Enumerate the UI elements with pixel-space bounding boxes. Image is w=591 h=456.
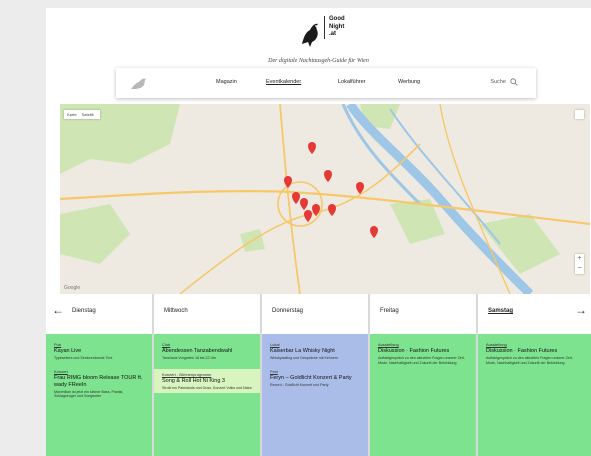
event-title[interactable]: Diskussion · Fashion Futures bbox=[378, 348, 468, 355]
day-events: Ausstellung Diskussion · Fashion Futures… bbox=[370, 334, 476, 456]
day-header: Samstag → bbox=[478, 294, 591, 334]
map-park-east bbox=[480, 214, 560, 274]
day-column-samstag[interactable]: Samstag → Ausstellung Diskussion · Fashi… bbox=[478, 294, 591, 456]
day-events: Lokal Kaiserbar La Whisky Night Whiskyta… bbox=[262, 334, 368, 456]
map-pin[interactable] bbox=[292, 192, 300, 204]
nav-item-werbung[interactable]: Werbung bbox=[398, 79, 420, 85]
pigeon-logo-icon bbox=[302, 23, 318, 47]
event-item[interactable]: Konzert Frau RIMG bloom Release TOUR ft.… bbox=[54, 369, 144, 399]
day-calendar: ← Dienstag Pub Kayan Live Typewriters un… bbox=[46, 294, 591, 456]
event-desc: Auftaktgespräch zu den aktuellen Fragen … bbox=[486, 356, 573, 365]
event-item[interactable]: Konzert - Bühnenprogramm Song & Roll Hot… bbox=[154, 368, 260, 394]
map-attribution: Google bbox=[64, 285, 81, 291]
nav-item-eventkalender[interactable]: Eventkalender bbox=[266, 79, 301, 85]
event-item[interactable]: Fest Feryn – Goldlicht Konzert & Party R… bbox=[270, 369, 360, 388]
nav-item-magazin[interactable]: Magazin bbox=[216, 79, 237, 85]
day-header: Donnerstag bbox=[262, 294, 368, 334]
map-pin[interactable] bbox=[328, 204, 336, 216]
map-canvas bbox=[60, 104, 590, 294]
fullscreen-icon[interactable] bbox=[575, 110, 584, 119]
map-pin[interactable] bbox=[370, 226, 378, 238]
logo-text-at: .at bbox=[329, 31, 337, 37]
event-desc: Tanzhaus Vorgarten 18 bis 22 Uhr bbox=[162, 356, 217, 360]
map-pin[interactable] bbox=[284, 176, 292, 188]
day-column-donnerstag[interactable]: Donnerstag Lokal Kaiserbar La Whisky Nig… bbox=[262, 294, 368, 456]
event-item[interactable]: Pub Kayan Live Typewriters und Seniorenb… bbox=[54, 342, 144, 361]
event-desc: Maximilian ist jetzt ein kleiner Bass, P… bbox=[54, 389, 124, 399]
zoom-control[interactable]: + − bbox=[575, 254, 584, 274]
event-desc: Whiskytasting und Gespräche mit Kennern bbox=[270, 356, 339, 360]
zoom-out-button[interactable]: − bbox=[575, 264, 584, 274]
zoom-in-button[interactable]: + bbox=[575, 254, 584, 264]
event-title[interactable]: Abendessen Tanzabendwahl bbox=[162, 348, 252, 355]
event-desc: Auftaktgespräch zu den aktuellen Fragen … bbox=[378, 356, 465, 365]
event-title[interactable]: Kayan Live bbox=[54, 348, 144, 355]
search-icon[interactable] bbox=[510, 78, 518, 86]
event-title[interactable]: Frau RIMG bloom Release TOUR ft. wady FR… bbox=[54, 375, 144, 389]
event-desc: Typewriters und Seniorenbands Tirol bbox=[54, 356, 113, 360]
site-logo[interactable]: Good Night .at bbox=[298, 14, 368, 54]
map-pin[interactable] bbox=[304, 210, 312, 222]
day-column-dienstag[interactable]: ← Dienstag Pub Kayan Live Typewriters un… bbox=[46, 294, 152, 456]
day-events: Club Abendessen Tanzabendwahl Tanzhaus V… bbox=[154, 334, 260, 456]
day-events: Ausstellung Diskussion · Fashion Futures… bbox=[478, 334, 591, 456]
event-title[interactable]: Diskussion · Fashion Futures bbox=[486, 348, 583, 355]
day-header: ← Dienstag bbox=[46, 294, 152, 334]
event-title[interactable]: Kaiserbar La Whisky Night bbox=[270, 348, 360, 355]
tagline: Der digitale Nachtausgeh-Guide für Wien bbox=[268, 58, 369, 64]
main-navbar: Magazin Eventkalender Lokalführer Werbun… bbox=[116, 68, 536, 98]
day-name[interactable]: Donnerstag bbox=[272, 308, 303, 314]
search-label[interactable]: Suche bbox=[490, 79, 506, 85]
nav-item-lokalfuehrer[interactable]: Lokalführer bbox=[338, 79, 366, 85]
event-item[interactable]: Club Abendessen Tanzabendwahl Tanzhaus V… bbox=[162, 342, 252, 361]
day-name[interactable]: Dienstag bbox=[72, 308, 96, 314]
day-name[interactable]: Samstag bbox=[488, 308, 513, 314]
map-pin[interactable] bbox=[324, 170, 332, 182]
day-events: Pub Kayan Live Typewriters und Seniorenb… bbox=[46, 334, 152, 456]
map-park-southwest bbox=[60, 204, 130, 264]
logo-text-night: Night bbox=[329, 23, 345, 30]
event-desc: Record - Goldlicht Konzert und Party bbox=[270, 382, 329, 387]
map-type-map[interactable]: Karte bbox=[67, 112, 77, 117]
event-title[interactable]: Feryn – Goldlicht Konzert & Party bbox=[270, 375, 360, 382]
map-pin[interactable] bbox=[308, 142, 316, 154]
map-pins[interactable] bbox=[284, 142, 378, 238]
day-header: Freitag bbox=[370, 294, 476, 334]
event-desc: Stroik'mn Palmlands und Guss, Konzert Vo… bbox=[162, 385, 252, 390]
map-ring-road bbox=[277, 181, 323, 227]
pigeon-nav-icon[interactable] bbox=[130, 75, 148, 91]
event-item[interactable]: Ausstellung Diskussion · Fashion Futures… bbox=[486, 342, 583, 365]
prev-arrow-icon[interactable]: ← bbox=[52, 303, 64, 317]
day-name[interactable]: Freitag bbox=[380, 308, 399, 314]
day-name[interactable]: Mittwoch bbox=[164, 308, 188, 314]
day-column-freitag[interactable]: Freitag Ausstellung Diskussion · Fashion… bbox=[370, 294, 476, 456]
logo-wordmark: Good Night .at bbox=[324, 16, 366, 39]
logo-text-good: Good bbox=[329, 16, 345, 22]
day-column-mittwoch[interactable]: Mittwoch Club Abendessen Tanzabendwahl T… bbox=[154, 294, 260, 456]
event-title[interactable]: Song & Roll Hot Ni King 3 bbox=[162, 378, 257, 385]
map-type-satellite[interactable]: Satellit bbox=[82, 112, 94, 117]
event-map[interactable]: Karte Satellit + − Google bbox=[60, 104, 590, 294]
next-arrow-icon[interactable]: → bbox=[575, 303, 587, 317]
day-header: Mittwoch bbox=[154, 294, 260, 334]
map-type-control[interactable]: Karte Satellit bbox=[64, 110, 100, 119]
page: Good Night .at Der digitale Nachtausgeh-… bbox=[46, 8, 591, 456]
event-item[interactable]: Lokal Kaiserbar La Whisky Night Whiskyta… bbox=[270, 342, 360, 361]
event-item[interactable]: Ausstellung Diskussion · Fashion Futures… bbox=[378, 342, 468, 365]
map-pin[interactable] bbox=[300, 198, 308, 210]
